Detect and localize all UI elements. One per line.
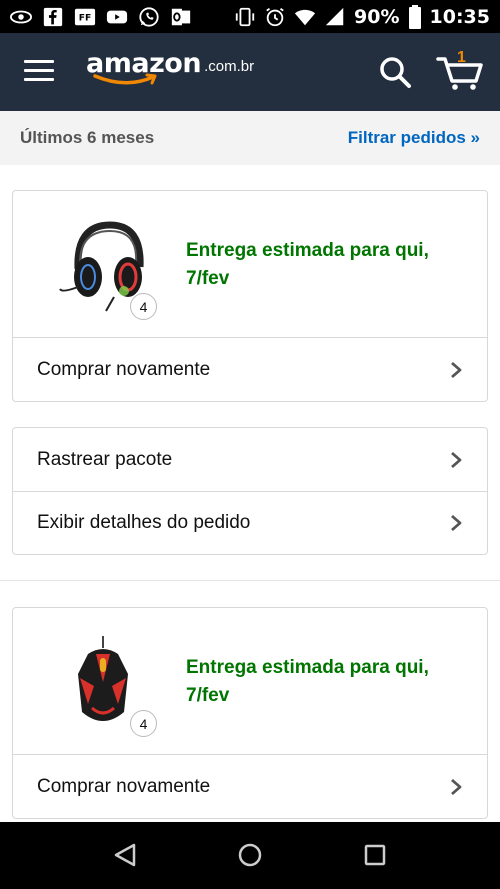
vibrate-icon (235, 7, 255, 26)
facebook-icon (43, 7, 63, 26)
date-range-label: Últimos 6 meses (20, 128, 155, 147)
order-details-button[interactable]: Exibir detalhes do pedido (13, 491, 487, 554)
cart-count-badge: 1 (457, 49, 466, 66)
filter-orders-link[interactable]: Filtrar pedidos » (348, 128, 480, 148)
chevron-right-icon (451, 361, 462, 378)
menu-line (24, 69, 54, 72)
back-icon[interactable] (110, 840, 140, 870)
quantity-badge: 4 (130, 710, 157, 737)
logo-domain: .com.br (204, 58, 255, 75)
wifi-icon (294, 9, 316, 25)
app-screen: FF 90% 10:35 amazon .com.br 1 Últimos 6 … (0, 0, 500, 889)
whatsapp-icon (139, 6, 159, 27)
order-details-label: Exibir detalhes do pedido (37, 512, 251, 533)
smile-arrow-icon (93, 73, 157, 85)
ff-label: FF (79, 12, 92, 23)
order-card: 4 Entrega estimada para qui, 7/fev Compr… (12, 607, 488, 819)
app-header: amazon .com.br 1 (0, 33, 500, 111)
filter-bar: Últimos 6 meses Filtrar pedidos » (0, 111, 500, 165)
delivery-estimate: Entrega estimada para qui, 7/fev (186, 240, 429, 289)
chevron-right-icon (451, 514, 462, 532)
chevron-right-icon (451, 778, 462, 795)
home-icon[interactable] (235, 840, 265, 870)
order-actions-card: Rastrear pacote Exibir detalhes do pedid… (12, 427, 488, 555)
order-summary[interactable]: 4 Entrega estimada para qui, 7/fev (13, 191, 487, 338)
chevron-right-icon (451, 451, 462, 468)
buy-again-button[interactable]: Comprar novamente (13, 755, 487, 818)
system-nav-bar (0, 822, 500, 889)
signal-icon (325, 7, 344, 25)
menu-line (24, 78, 54, 81)
track-package-label: Rastrear pacote (37, 448, 173, 470)
recents-icon[interactable] (360, 840, 390, 870)
battery-percent: 90% (354, 5, 400, 28)
search-icon[interactable] (378, 55, 412, 89)
clock-time: 10:35 (429, 5, 490, 28)
buy-again-label: Comprar novamente (37, 358, 211, 380)
alarm-icon (266, 7, 284, 26)
order-summary[interactable]: 4 Entrega estimada para qui, 7/fev (13, 608, 487, 755)
whatsapp-eye-icon (10, 10, 32, 23)
order-card: 4 Entrega estimada para qui, 7/fev Compr… (12, 190, 488, 402)
youtube-icon (106, 10, 128, 23)
status-bar: FF 90% 10:35 (0, 0, 500, 33)
section-divider (0, 580, 500, 581)
ff-icon: FF (74, 8, 96, 25)
quantity-badge: 4 (130, 293, 157, 320)
track-package-button[interactable]: Rastrear pacote (13, 428, 487, 491)
menu-line (24, 60, 54, 63)
cart-button[interactable]: 1 (436, 49, 484, 91)
delivery-estimate: Entrega estimada para qui, 7/fev (186, 657, 429, 706)
buy-again-label: Comprar novamente (37, 775, 211, 797)
battery-icon (408, 4, 421, 29)
buy-again-button[interactable]: Comprar novamente (13, 338, 487, 401)
hamburger-menu-button[interactable] (24, 60, 54, 84)
amazon-logo[interactable]: amazon .com.br (86, 49, 255, 85)
outlook-icon (171, 8, 191, 25)
